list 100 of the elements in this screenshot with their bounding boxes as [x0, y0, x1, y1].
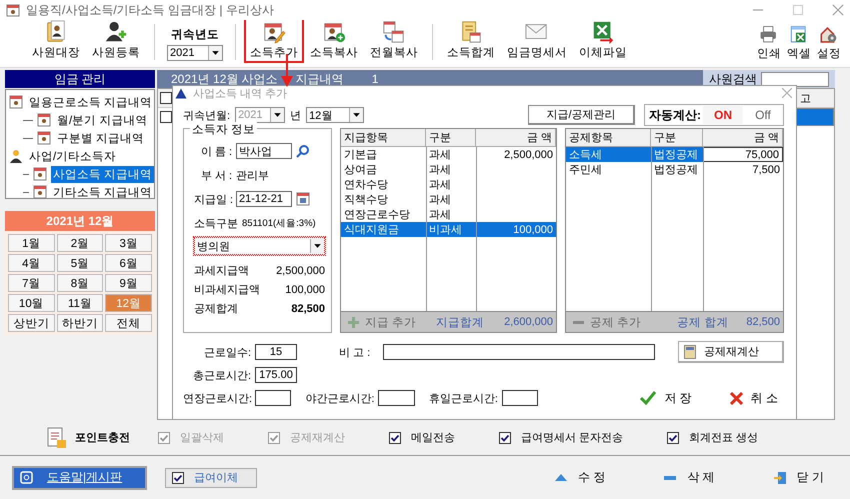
recalc-button[interactable]: 공제재계산 [678, 341, 784, 363]
checkbox[interactable] [389, 432, 401, 444]
holiday-field[interactable] [502, 390, 538, 406]
column-header: 공제항목 [566, 129, 651, 146]
cancel-button[interactable]: 취 소 [724, 388, 784, 408]
tree-item[interactable]: 구분별 지급내역 [55, 130, 146, 146]
period-button[interactable]: 4월 [8, 254, 55, 272]
field-label: 근로일수: [202, 346, 251, 360]
toolbar-button[interactable]: 소득추가 [244, 20, 304, 63]
table-cell: 75,000 [703, 147, 783, 162]
toolbar-button[interactable]: 설정 [814, 23, 844, 63]
plus-icon [348, 316, 359, 328]
triangle-icon [175, 88, 187, 98]
checkbox[interactable] [160, 111, 172, 123]
table-cell-text: 7,500 [751, 162, 781, 177]
option-checkbox[interactable]: 급여명세서 문자전송 [499, 430, 624, 445]
table-cell-text: 과세 [428, 163, 452, 177]
field-label: 휴일근로시간: [428, 392, 498, 406]
period-button[interactable]: 9월 [105, 274, 152, 292]
list-title: 지급내역 [296, 70, 344, 88]
year-label: 귀속년도 [171, 28, 219, 42]
hours-field[interactable]: 175.00 [255, 367, 297, 383]
period-button[interactable]: 1월 [8, 234, 55, 252]
year-suffix: 년 [290, 108, 302, 122]
period-button[interactable]: 5월 [56, 254, 104, 272]
table-cell-text: 주민세 [568, 163, 603, 177]
column-header: 지급항목 [341, 129, 426, 146]
close-icon[interactable] [832, 4, 844, 16]
field-label: 비 고 : [339, 346, 372, 360]
period-button[interactable]: 3월 [105, 234, 152, 252]
search-label: 사원검색 [709, 70, 757, 88]
search-icon[interactable] [296, 144, 310, 158]
period-label: 귀속년월: [183, 108, 230, 122]
help-button[interactable]: 도움말|게시판 [12, 466, 147, 490]
period-button[interactable]: 전체 [105, 314, 152, 332]
help-icon [20, 471, 33, 484]
table-cell-text: 과세 [428, 148, 452, 162]
save-button[interactable]: 저 장 [634, 388, 698, 408]
night-field[interactable] [378, 390, 415, 406]
checkbox[interactable] [667, 432, 680, 444]
total-value: 2,600,000 [504, 316, 553, 328]
tree-item[interactable]: 월/분기 지급내역 [55, 112, 150, 128]
worker-icon [9, 149, 23, 163]
toolbar-button[interactable]: 사원등록 [86, 20, 146, 63]
period-button[interactable]: 10월 [8, 294, 55, 312]
overtime-field[interactable] [255, 390, 292, 406]
checkbox[interactable] [172, 472, 184, 484]
tree-item[interactable]: 기타소득 지급내역 [50, 184, 154, 200]
app-icon [6, 3, 20, 17]
option-checkbox[interactable]: 회계전표 생성 [667, 430, 758, 445]
period-button[interactable]: 하반기 [56, 314, 104, 332]
toolbar-button[interactable]: 사원대장 [26, 20, 86, 63]
year-select[interactable]: 2021 [167, 45, 223, 61]
tree-item[interactable]: 일용근로소득 지급내역 [27, 94, 154, 110]
cross-icon [730, 392, 743, 404]
manage-button[interactable]: 지급/공제관리 [528, 105, 635, 125]
action-button[interactable]: 삭 제 [657, 468, 721, 487]
checkbox[interactable] [160, 92, 172, 104]
dialog-title: 사업소득 내역 추가 [193, 86, 288, 100]
action-button[interactable]: 닫 기 [766, 468, 830, 487]
point-button[interactable]: 포인트충전 [40, 426, 158, 450]
option-checkbox[interactable]: 메일전송 [389, 430, 455, 445]
toolbar-button[interactable]: 인쇄 [754, 23, 784, 63]
window-title: 일용직/사업소득/기타소득 임금대장 | 우리상사 [26, 2, 275, 18]
note-field[interactable] [383, 344, 655, 360]
month-select[interactable]: 12월 [306, 107, 364, 123]
total-label: 지급합계 [436, 316, 484, 330]
income-type-select[interactable]: 병의원 [194, 237, 325, 255]
income-code: 851101(세율:3%) [242, 216, 316, 230]
toolbar-button[interactable]: 엑셀 [784, 23, 814, 63]
door-icon [772, 470, 787, 484]
table-cell-text: 직책수당 [343, 193, 389, 207]
period-button[interactable]: 2월 [56, 234, 104, 252]
search-field[interactable] [761, 72, 829, 86]
period-button[interactable]: 8월 [56, 274, 104, 292]
toolbar-button[interactable]: 소득합계 [441, 20, 501, 63]
period-button[interactable]: 상반기 [8, 314, 55, 332]
gear-icon [819, 25, 839, 45]
toolbar-button[interactable]: 이체파일 [573, 20, 633, 63]
tree-item[interactable]: 사업/기타소득자 [27, 148, 118, 164]
toolbar-button[interactable]: 임금명세서 [501, 20, 573, 63]
field-label: 부 서 : [200, 168, 232, 182]
toolbar-button[interactable]: 소득복사 [304, 20, 364, 63]
days-field[interactable]: 15 [255, 344, 297, 360]
action-button[interactable]: 수 정 [548, 468, 612, 487]
date-field[interactable]: 21-12-21 [236, 191, 292, 207]
period-header: 2021년 12월 [5, 211, 155, 231]
transfer-toggle[interactable]: 급여이체 [165, 468, 257, 488]
toggle-option[interactable]: ON [703, 106, 743, 124]
tree-item[interactable]: 사업소득 지급내역 [50, 166, 154, 182]
checkbox[interactable] [499, 432, 511, 444]
toolbar-button[interactable]: 전월복사 [364, 20, 424, 63]
summary-label: 공제합계 [194, 302, 238, 316]
period-button[interactable]: 11월 [56, 294, 104, 312]
table-cell-text: 법정공제 [653, 163, 699, 177]
summary-label: 과세지급액 [194, 264, 249, 278]
period-button[interactable]: 6월 [105, 254, 152, 272]
name-field[interactable]: 박사업 [236, 143, 292, 159]
calendar-icon[interactable] [296, 192, 310, 206]
period-button[interactable]: 7월 [8, 274, 55, 292]
